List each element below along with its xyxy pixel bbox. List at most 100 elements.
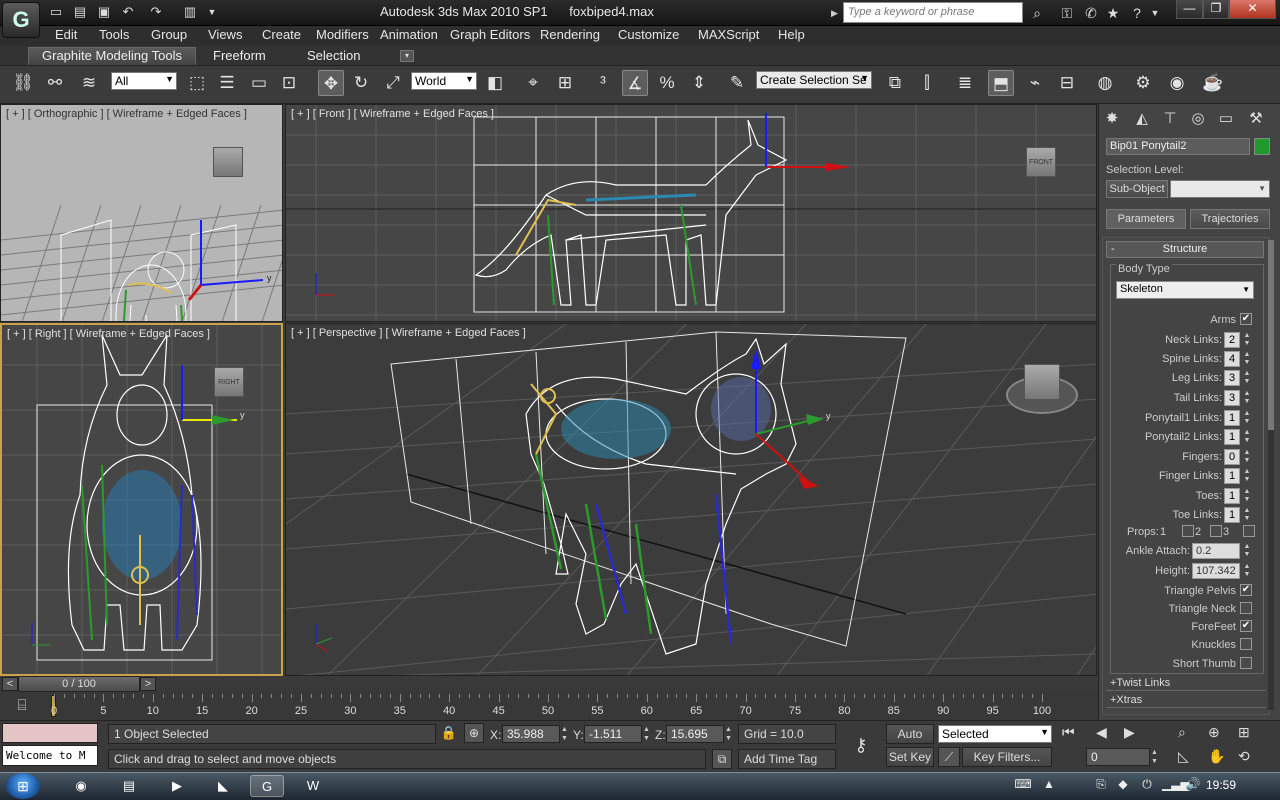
undo-icon[interactable]: ↶ <box>118 3 138 21</box>
ankle-attach-spinner[interactable]: ▲ ▼ <box>1242 543 1252 559</box>
time-slider-thumb[interactable]: 0 / 100 <box>18 676 140 692</box>
viewport-orthographic-label[interactable]: [ + ] [ Orthographic ] [ Wireframe + Edg… <box>6 108 247 120</box>
search-expand-icon[interactable]: ▶ <box>831 3 843 23</box>
application-button[interactable]: G <box>2 2 40 38</box>
param-spinner[interactable]: ▲ ▼ <box>1242 449 1252 465</box>
dropbox-tray-icon[interactable]: ◆ <box>1114 777 1132 791</box>
communication-icon[interactable]: ✆ <box>1080 3 1102 23</box>
body-type-dropdown[interactable]: Skeleton ▼ <box>1116 281 1254 299</box>
z-coordinate-field[interactable]: 15.695 <box>666 725 724 743</box>
default-tangent-icon[interactable]: ⟋ <box>938 747 960 767</box>
key-mode-dropdown[interactable]: Selected ▼ <box>938 725 1052 743</box>
param-value-field[interactable]: 0 <box>1224 449 1240 465</box>
props-2-checkbox[interactable] <box>1210 525 1222 537</box>
network-signal-icon[interactable]: ▁▃▅ <box>1162 777 1190 791</box>
z-spinner[interactable]: ▲ ▼ <box>725 725 735 743</box>
menu-group[interactable]: Group <box>151 27 187 42</box>
viewport-right[interactable]: y RIGHT [ + ] [ Right ] [ Wireframe + Ed… <box>0 323 283 676</box>
keyboard-tray-icon[interactable]: ⌨ <box>1014 777 1032 791</box>
project-folder-icon[interactable]: ▥ <box>180 3 200 21</box>
scroll-thumb[interactable] <box>1268 240 1274 430</box>
select-and-move-icon[interactable]: ✥ <box>318 70 344 96</box>
clock[interactable]: 19:59 <box>1206 778 1236 792</box>
viewport-orthographic[interactable]: y [ + ] [ Orthographic ] [ Wireframe + E… <box>0 104 283 322</box>
props-1-checkbox[interactable] <box>1182 525 1194 537</box>
utilities-panel-icon[interactable]: ⚒ <box>1244 108 1268 130</box>
menu-create[interactable]: Create <box>262 27 301 42</box>
ankle-attach-field[interactable]: 0.2 <box>1192 543 1240 559</box>
percent-snap-icon[interactable]: % <box>654 70 680 96</box>
render-setup-icon[interactable]: ⚙ <box>1130 70 1156 96</box>
viewport-front-label[interactable]: [ + ] [ Front ] [ Wireframe + Edged Face… <box>291 108 494 120</box>
create-panel-icon[interactable]: ✸ <box>1100 108 1124 130</box>
y-spinner[interactable]: ▲ ▼ <box>643 725 653 743</box>
subscription-key-icon[interactable]: ⚿ <box>1056 3 1078 23</box>
param-value-field[interactable]: 1 <box>1224 410 1240 426</box>
viewcube-perspective[interactable] <box>1024 364 1060 400</box>
previous-frame-icon[interactable]: ◀ <box>1096 724 1120 744</box>
sub-object-dropdown[interactable]: ▼ <box>1170 180 1270 198</box>
pan-view-icon[interactable]: ✋ <box>1208 748 1232 768</box>
play-icon[interactable]: ▶ <box>1124 724 1148 744</box>
search-input[interactable]: Type a keyword or phrase <box>843 2 1023 23</box>
time-slider-next-button[interactable]: > <box>140 677 156 691</box>
key-filters-button[interactable]: Key Filters... <box>962 747 1052 767</box>
option-checkbox[interactable] <box>1240 657 1252 669</box>
angle-snap-icon[interactable]: ∡ <box>622 70 648 96</box>
graphite-toggle-icon[interactable]: ⬒ <box>988 70 1014 96</box>
zoom-icon[interactable]: ⌕ <box>1178 724 1202 744</box>
keyboard-shortcut-override-icon[interactable]: ⊞ <box>552 70 578 96</box>
unlink-icon[interactable]: ⚯ <box>42 70 68 96</box>
maxscript-mini-listener[interactable]: Welcome to M <box>2 745 98 766</box>
mini-curve-editor-icon[interactable]: ⌸ <box>8 696 36 716</box>
align-icon[interactable]: ⫿ <box>914 70 940 96</box>
manipulate-icon[interactable]: ⌖ <box>520 70 546 96</box>
zoom-all-icon[interactable]: ⊕ <box>1208 724 1232 744</box>
named-selection-dropdown[interactable]: Create Selection Se ▼ <box>756 71 872 89</box>
word-icon[interactable]: W <box>296 775 330 797</box>
ribbon-tab-freeform[interactable]: Freeform <box>213 48 266 63</box>
bind-space-warp-icon[interactable]: ≋ <box>76 70 102 96</box>
menu-tools[interactable]: Tools <box>99 27 129 42</box>
clipboard-tray-icon[interactable]: ⎘ <box>1092 777 1110 792</box>
set-key-button[interactable]: Set Key <box>886 747 934 767</box>
param-value-field[interactable]: 3 <box>1224 390 1240 406</box>
param-spinner[interactable]: ▲ ▼ <box>1242 370 1252 386</box>
select-and-rotate-icon[interactable]: ↻ <box>348 70 374 96</box>
menu-graph-editors[interactable]: Graph Editors <box>450 27 530 42</box>
param-value-field[interactable]: 1 <box>1224 468 1240 484</box>
param-value-field[interactable]: 2 <box>1224 332 1240 348</box>
auto-key-button[interactable]: Auto Key <box>886 724 934 759</box>
props-3-checkbox[interactable] <box>1243 525 1255 537</box>
viewport-right-label[interactable]: [ + ] [ Right ] [ Wireframe + Edged Face… <box>7 328 210 340</box>
absolute-mode-transform-icon[interactable]: ⊕ <box>464 723 484 743</box>
parameters-tab[interactable]: Parameters <box>1106 209 1186 229</box>
selection-filter-dropdown[interactable]: All ▼ <box>111 72 177 90</box>
restore-button[interactable]: ❐ <box>1203 0 1229 19</box>
rendered-frame-icon[interactable]: ◉ <box>1164 70 1190 96</box>
material-editor-icon[interactable]: ◍ <box>1092 70 1118 96</box>
spinner-snap-icon[interactable]: ⇕ <box>686 70 712 96</box>
param-spinner[interactable]: ▲ ▼ <box>1242 351 1252 367</box>
param-spinner[interactable]: ▲ ▼ <box>1242 468 1252 484</box>
tray-expand-icon[interactable]: ▲ <box>1040 777 1058 791</box>
selection-lock-icon[interactable]: 🔒 <box>440 725 458 743</box>
power-tray-icon[interactable]: ⏻ <box>1138 777 1156 792</box>
select-by-name-icon[interactable]: ☰ <box>214 70 240 96</box>
firefox-icon[interactable]: ◉ <box>64 775 98 797</box>
param-value-field[interactable]: 4 <box>1224 351 1240 367</box>
file-explorer-icon[interactable]: ▤ <box>112 775 146 797</box>
current-frame-field[interactable]: 0 <box>1086 748 1150 766</box>
help-dropdown-icon[interactable]: ▼ <box>1144 3 1166 23</box>
time-slider-track[interactable] <box>0 676 1098 692</box>
param-spinner[interactable]: ▲ ▼ <box>1242 429 1252 445</box>
param-spinner[interactable]: ▲ ▼ <box>1242 507 1252 523</box>
trajectories-tab[interactable]: Trajectories <box>1190 209 1270 229</box>
select-and-link-icon[interactable]: ⛓ <box>10 70 36 96</box>
hierarchy-panel-icon[interactable]: ⊤ <box>1158 108 1182 130</box>
menu-modifiers[interactable]: Modifiers <box>316 27 369 42</box>
viewport-front[interactable]: FRONT [ + ] [ Front ] [ Wireframe + Edge… <box>285 104 1097 322</box>
reference-coordinate-dropdown[interactable]: World ▼ <box>411 72 477 90</box>
sub-object-button[interactable]: Sub-Object <box>1106 180 1168 198</box>
option-checkbox[interactable] <box>1240 602 1252 614</box>
